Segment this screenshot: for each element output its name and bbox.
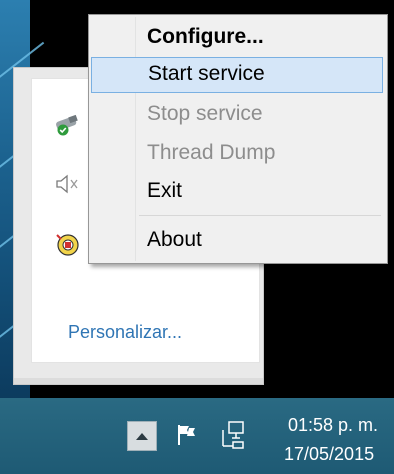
taskbar: 01:58 p. m. 17/05/2015 [0, 398, 394, 474]
menu-item-label: Thread Dump [147, 141, 276, 164]
menu-item-thread-dump[interactable]: Thread Dump [91, 136, 383, 172]
menu-item-exit[interactable]: Exit [91, 174, 383, 210]
network-icon[interactable] [219, 420, 247, 454]
service-app-icon[interactable] [54, 231, 80, 257]
usb-device-icon[interactable] [54, 113, 80, 139]
menu-item-label: Configure... [147, 25, 264, 48]
flyout-footer-strip [14, 378, 263, 384]
speaker-icon[interactable] [54, 171, 80, 197]
flag-icon[interactable] [174, 422, 200, 452]
menu-item-stop-service[interactable]: Stop service [91, 97, 383, 133]
menu-item-configure[interactable]: Configure... [91, 20, 383, 56]
show-hidden-icons-button[interactable] [127, 421, 157, 451]
menu-item-label: About [147, 228, 202, 251]
menu-item-start-service[interactable]: Start service [91, 57, 383, 93]
clock-date[interactable]: 17/05/2015 [284, 444, 374, 465]
tray-context-menu: Configure... Start service Stop service … [88, 14, 388, 264]
menu-item-label: Stop service [147, 102, 263, 125]
menu-separator [139, 215, 381, 216]
menu-item-label: Exit [147, 179, 183, 202]
menu-item-label: Start service [148, 62, 265, 85]
menu-item-about[interactable]: About [91, 223, 383, 259]
clock-time[interactable]: 01:58 p. m. [288, 415, 378, 436]
chevron-up-icon [136, 433, 148, 440]
personalize-link[interactable]: Personalizar... [68, 322, 182, 343]
